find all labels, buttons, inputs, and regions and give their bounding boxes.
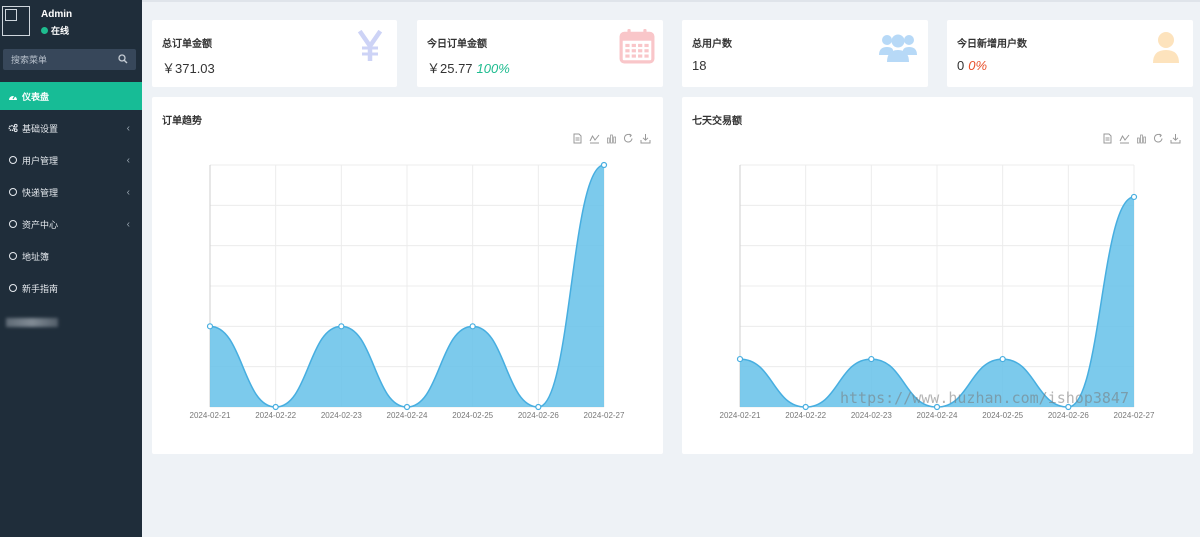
sidebar-item-dashboard[interactable]: 仪表盘 <box>0 82 142 110</box>
stat-value-text: 18 <box>692 58 707 73</box>
users-icon <box>879 34 917 62</box>
data-point <box>469 323 476 330</box>
calendar-icon <box>619 29 655 64</box>
stat-title: 今日新增用户数 <box>957 39 1027 50</box>
stat-title: 总订单金额 <box>162 39 212 50</box>
stat-value-text: 0 <box>957 58 965 73</box>
chart-card-order-trend: 订单趋势 2024-02-21 2024-02-22 2024-02-23 2024-… <box>152 97 663 454</box>
sidebar: Admin 在线 仪表盘 基础设置 ‹ 用户管理 ‹ <box>0 0 142 537</box>
user-status: 在线 <box>41 24 69 37</box>
stat-percent: 100% <box>476 61 510 76</box>
stat-card-today-new-users: 今日新增用户数 0 0% <box>947 20 1193 87</box>
sidebar-menu: 仪表盘 基础设置 ‹ 用户管理 ‹ 快递管理 ‹ 资产中心 ‹ 地址簿 新手指南 <box>0 82 142 304</box>
chevron-left-icon: ‹ <box>126 155 130 166</box>
stat-value: ￥371.03 <box>162 58 215 77</box>
stat-card-total-users: 总用户数 18 <box>682 20 928 87</box>
data-point <box>868 355 875 363</box>
sidebar-item-label: 快递管理 <box>22 187 59 198</box>
sidebar-item-label: 地址簿 <box>22 251 50 262</box>
header-divider <box>142 0 1200 2</box>
yen-icon <box>357 30 383 61</box>
stat-value: 0 0% <box>957 58 987 73</box>
chevron-left-icon: ‹ <box>126 123 130 134</box>
status-dot-icon <box>41 27 48 34</box>
x-tick-label: 2024-02-27 <box>1114 411 1155 420</box>
stat-card-today-order-amount: 今日订单金额 ￥25.77 100% <box>417 20 663 87</box>
x-tick-label: 2024-02-26 <box>518 411 559 420</box>
stat-value-text: ￥371.03 <box>162 61 215 76</box>
x-tick-label: 2024-02-23 <box>851 411 892 420</box>
data-point <box>1130 193 1138 201</box>
data-point <box>338 323 345 330</box>
x-tick-label: 2024-02-21 <box>190 411 231 420</box>
sidebar-item-label: 用户管理 <box>22 155 59 166</box>
x-tick-label: 2024-02-24 <box>917 411 958 420</box>
sidebar-item-address-book[interactable]: 地址簿 <box>0 240 142 272</box>
sidebar-item-asset-center[interactable]: 资产中心 ‹ <box>0 208 142 240</box>
data-point <box>403 403 411 411</box>
stat-percent: 0% <box>968 58 988 73</box>
data-point <box>535 403 542 411</box>
x-tick-label: 2024-02-21 <box>720 411 761 420</box>
x-tick-label: 2024-02-27 <box>584 411 625 420</box>
search-icon[interactable] <box>118 54 128 64</box>
circle-icon <box>8 283 18 293</box>
user-icon <box>1153 32 1179 63</box>
sidebar-item-basic-settings[interactable]: 基础设置 ‹ <box>0 112 142 144</box>
stat-value: 18 <box>692 58 706 73</box>
sidebar-item-user-management[interactable]: 用户管理 ‹ <box>0 144 142 176</box>
sidebar-item-label: 仪表盘 <box>22 91 50 102</box>
data-point <box>206 323 214 330</box>
menu-search-input[interactable] <box>3 49 113 70</box>
menu-search <box>3 49 136 70</box>
x-tick-label: 2024-02-26 <box>1048 411 1089 420</box>
x-tick-label: 2024-02-22 <box>785 411 826 420</box>
x-tick-label: 2024-02-25 <box>452 411 493 420</box>
sidebar-item-express-management[interactable]: 快递管理 ‹ <box>0 176 142 208</box>
sidebar-item-label: 基础设置 <box>22 123 59 134</box>
user-status-label: 在线 <box>51 26 70 36</box>
circle-icon <box>8 187 18 197</box>
circle-icon <box>8 155 18 165</box>
sidebar-item-beginner-guide[interactable]: 新手指南 <box>0 272 142 304</box>
avatar[interactable] <box>2 6 30 36</box>
data-point <box>802 403 809 411</box>
x-tick-label: 2024-02-22 <box>255 411 296 420</box>
data-point <box>272 403 279 411</box>
circle-icon <box>8 219 18 229</box>
user-name: Admin <box>41 9 73 20</box>
sidebar-item-label: 资产中心 <box>22 219 59 230</box>
stat-card-total-order-amount: 总订单金额 ￥371.03 <box>152 20 397 87</box>
data-point <box>600 161 608 169</box>
stat-value: ￥25.77 100% <box>427 58 510 77</box>
sidebar-item-label: 新手指南 <box>22 283 59 294</box>
data-point <box>999 355 1006 363</box>
stat-value-text: ￥25.77 <box>427 61 473 76</box>
circle-icon <box>8 251 18 261</box>
x-tick-label: 2024-02-25 <box>982 411 1023 420</box>
user-panel: Admin 在线 <box>0 0 142 46</box>
x-tick-label: 2024-02-23 <box>321 411 362 420</box>
stat-title: 今日订单金额 <box>427 39 487 50</box>
order-trend-chart: 2024-02-21 2024-02-22 2024-02-23 2024-02-24… <box>190 161 625 420</box>
dashboard-icon <box>8 91 18 101</box>
stat-title: 总用户数 <box>692 39 732 50</box>
watermark: https://www.huzhan.com/ishop3847 <box>840 389 1129 407</box>
chevron-left-icon: ‹ <box>126 187 130 198</box>
data-point <box>736 355 744 363</box>
blurred-menu-item <box>6 318 58 327</box>
chevron-left-icon: ‹ <box>126 219 130 230</box>
cogs-icon <box>8 123 18 133</box>
x-tick-label: 2024-02-24 <box>387 411 428 420</box>
